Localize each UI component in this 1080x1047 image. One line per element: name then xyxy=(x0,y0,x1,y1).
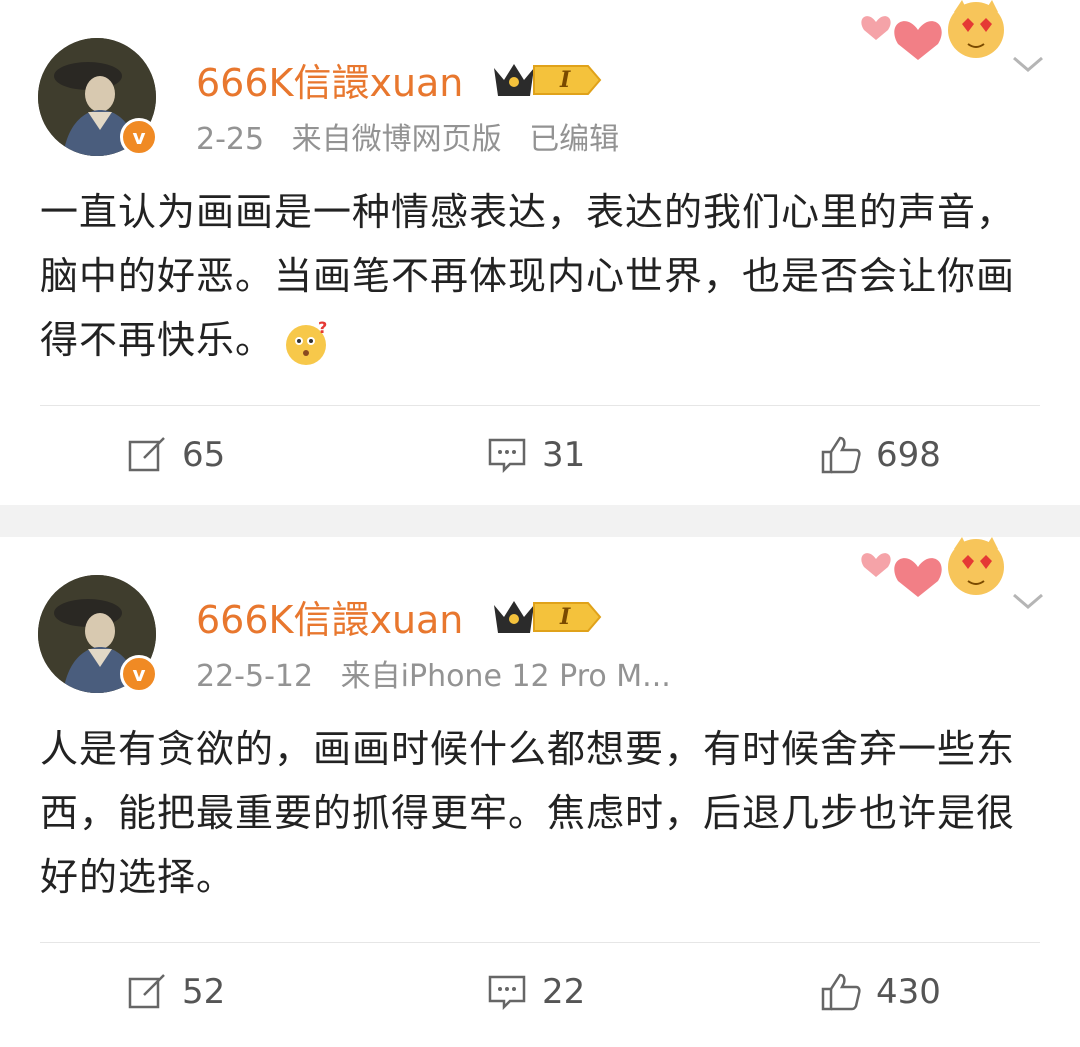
post-meta: 22-5-12 来自iPhone 12 Pro M... xyxy=(196,651,689,695)
post-card: v 666K信譞xuan I 2-25 来自微博网页版 已编辑 一直认为画画是一… xyxy=(0,0,1080,505)
comment-count: 22 xyxy=(542,972,586,1012)
divider xyxy=(40,942,1040,943)
like-button[interactable]: 698 xyxy=(820,430,941,480)
member-crown-badge-icon[interactable]: I xyxy=(490,56,602,100)
thumbs-up-icon xyxy=(821,973,861,1011)
post-date: 2-25 xyxy=(196,122,265,157)
chevron-down-icon[interactable] xyxy=(1010,52,1046,76)
like-button[interactable]: 430 xyxy=(820,967,941,1017)
post-source: 来自微博网页版 xyxy=(291,122,502,157)
cat-hearts-sticker-icon xyxy=(861,537,1004,597)
svg-text:?: ? xyxy=(318,319,328,337)
username[interactable]: 666K信譞xuan xyxy=(196,52,463,107)
level-badge-text: I xyxy=(559,604,571,630)
comment-icon xyxy=(488,975,526,1011)
post-text-content: 一直认为画画是一种情感表达，表达的我们心里的声音，脑中的好恶。当画笔不再体现内心… xyxy=(40,190,1016,362)
post-text: 人是有贪欲的，画画时候什么都想要，有时候舍弃一些东西，能把最重要的抓得更牢。焦虑… xyxy=(40,727,1016,899)
wondering-face-icon: ? xyxy=(286,319,328,365)
level-badge-text: I xyxy=(559,67,571,93)
cat-hearts-sticker-icon xyxy=(861,0,1004,60)
thumbs-up-icon xyxy=(821,436,861,474)
edited-label[interactable]: 已编辑 xyxy=(529,122,619,157)
post-source: 来自iPhone 12 Pro M... xyxy=(340,659,671,694)
repost-button[interactable]: 65 xyxy=(126,430,225,480)
repost-button[interactable]: 52 xyxy=(126,967,225,1017)
chevron-down-icon[interactable] xyxy=(1010,589,1046,613)
member-crown-badge-icon[interactable]: I xyxy=(490,593,602,637)
repost-count: 65 xyxy=(182,435,226,475)
comment-button[interactable]: 22 xyxy=(486,967,585,1017)
repost-icon xyxy=(128,974,165,1009)
verified-badge-icon: v xyxy=(120,118,158,156)
comment-icon xyxy=(488,438,526,474)
repost-icon xyxy=(128,437,165,472)
like-count: 430 xyxy=(876,972,941,1012)
divider xyxy=(40,405,1040,406)
repost-count: 52 xyxy=(182,972,226,1012)
post-date: 22-5-12 xyxy=(196,659,314,694)
post-meta: 2-25 来自微博网页版 已编辑 xyxy=(196,114,637,158)
verified-badge-icon: v xyxy=(120,655,158,693)
like-count: 698 xyxy=(876,435,941,475)
post-text: 一直认为画画是一种情感表达，表达的我们心里的声音，脑中的好恶。当画笔不再体现内心… xyxy=(40,180,1040,372)
comment-count: 31 xyxy=(542,435,586,475)
username[interactable]: 666K信譞xuan xyxy=(196,589,463,644)
comment-button[interactable]: 31 xyxy=(486,430,585,480)
post-card: v 666K信譞xuan I 22-5-12 来自iPhone 12 Pro M… xyxy=(0,537,1080,1047)
